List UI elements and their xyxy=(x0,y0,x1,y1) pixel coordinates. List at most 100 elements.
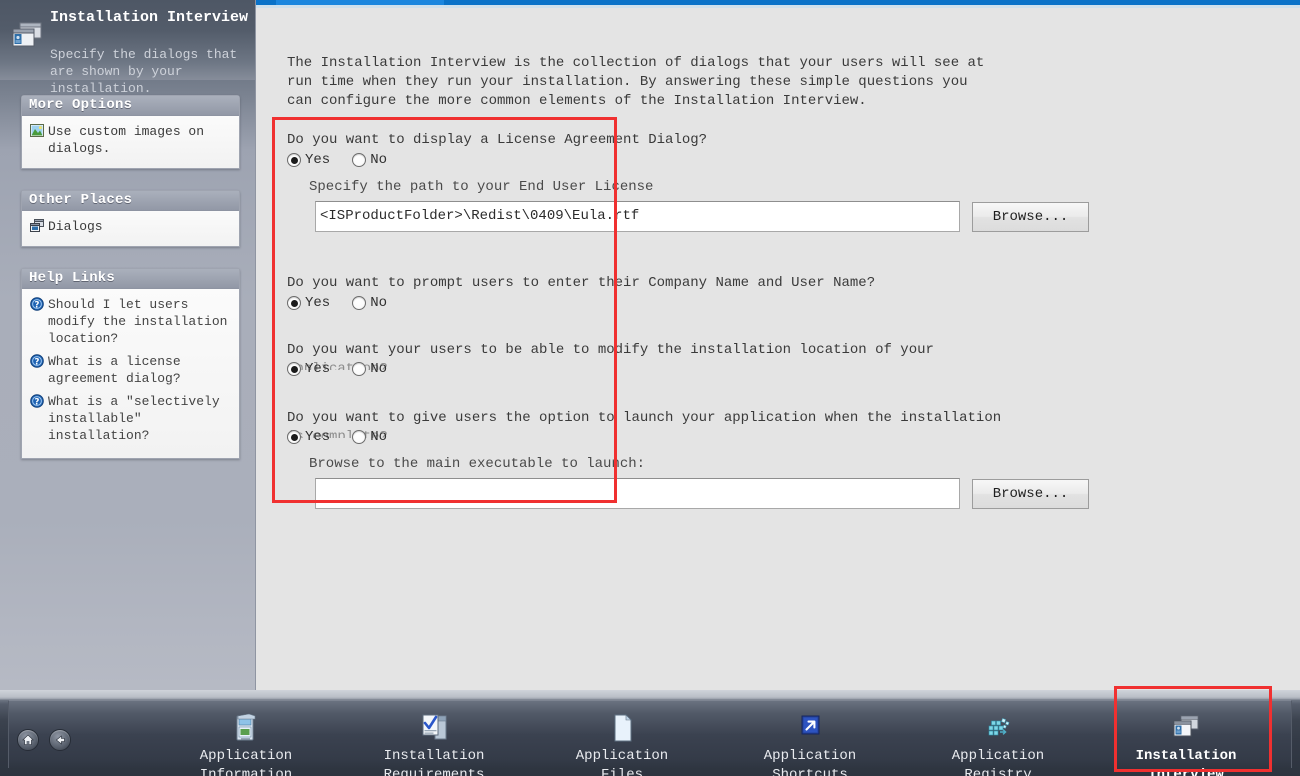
radio-group-company-user-name[interactable]: Yes No xyxy=(287,295,1267,311)
application-registry-icon xyxy=(913,712,1083,746)
tab-label-line2: Registry xyxy=(964,767,1032,776)
main-content: The Installation Interview is the collec… xyxy=(257,8,1300,690)
image-icon xyxy=(30,124,44,138)
tab-label-line2: Interview xyxy=(1148,767,1224,776)
executable-path-label: Browse to the main executable to launch: xyxy=(309,456,646,472)
tab-application-information[interactable]: Application Information xyxy=(161,711,331,776)
panel-more-options: More Options Use custom images on dialog… xyxy=(21,95,240,169)
application-window: Installation Interview Specify the dialo… xyxy=(0,0,1300,776)
radio-label: Yes xyxy=(305,295,331,311)
tab-label-line1: Installation xyxy=(383,748,485,764)
help-question-icon: ? xyxy=(30,354,44,368)
radio-label: Yes xyxy=(305,361,331,377)
tab-label-line1: Application xyxy=(951,748,1045,764)
panel-help-links-body: ? Should I let users modify the installa… xyxy=(22,289,239,458)
radio-indicator xyxy=(287,430,301,444)
question-modify-install-location: Do you want your users to be able to mod… xyxy=(287,341,1267,377)
question-license-agreement: Do you want to display a License Agreeme… xyxy=(287,131,1267,232)
svg-text:?: ? xyxy=(35,300,40,310)
radio-label: No xyxy=(370,295,388,311)
radio-indicator xyxy=(352,153,367,167)
executable-path-row: Browse... xyxy=(315,478,1267,509)
help-link-modify-install-location[interactable]: ? Should I let users modify the installa… xyxy=(30,296,231,347)
radio-label: Yes xyxy=(305,429,331,445)
question-text: Do you want to give users the option to … xyxy=(287,410,1002,426)
application-files-icon xyxy=(537,712,707,746)
bottom-taskbar: Application Information Installation Req… xyxy=(0,690,1300,776)
radio-launch-application-yes[interactable]: Yes xyxy=(287,429,330,445)
sidebar-link-label: Dialogs xyxy=(48,219,103,234)
radio-company-user-name-no[interactable]: No xyxy=(352,295,387,311)
eula-browse-button[interactable]: Browse... xyxy=(972,201,1089,232)
radio-license-agreement-no[interactable]: No xyxy=(352,152,387,168)
tab-label-line2: Information xyxy=(199,767,293,776)
tab-application-registry[interactable]: Application Registry xyxy=(913,711,1083,776)
panel-help-links: Help Links ? Should I let users modify t… xyxy=(21,268,240,459)
panel-more-options-body: Use custom images on dialogs. xyxy=(22,116,239,168)
radio-modify-install-location-no[interactable]: No xyxy=(352,361,387,377)
content-bottom-filler xyxy=(257,672,1300,690)
eula-path-input[interactable]: <ISProductFolder>\Redist\0409\Eula.rtf xyxy=(315,201,960,232)
tab-label-line2: Shortcuts xyxy=(772,767,848,776)
sidebar: Installation Interview Specify the dialo… xyxy=(0,0,256,690)
installation-requirements-icon xyxy=(349,712,519,746)
tab-application-files[interactable]: Application Files xyxy=(537,711,707,776)
radio-label: No xyxy=(370,152,388,168)
help-link-label: What is a "selectively installable" inst… xyxy=(48,394,220,443)
eula-path-label: Specify the path to your End User Licens… xyxy=(309,179,654,195)
radio-indicator xyxy=(287,362,301,376)
radio-indicator xyxy=(352,362,367,376)
question-text: Do you want to display a License Agreeme… xyxy=(287,132,708,148)
radio-group-modify-install-location[interactable]: Yes No xyxy=(287,361,1267,377)
radio-group-launch-application[interactable]: Yes No xyxy=(287,429,1267,445)
panel-other-places-title: Other Places xyxy=(22,191,239,211)
radio-modify-install-location-yes[interactable]: Yes xyxy=(287,361,330,377)
tab-label-line1: Installation xyxy=(1135,748,1237,764)
dialogs-window-icon xyxy=(12,22,44,50)
radio-label: No xyxy=(370,429,388,445)
home-icon xyxy=(21,733,35,747)
installation-interview-icon xyxy=(1101,712,1271,746)
tab-label-line2: Files xyxy=(600,767,643,776)
panel-more-options-title: More Options xyxy=(22,96,239,116)
sidebar-link-dialogs[interactable]: Dialogs xyxy=(30,218,231,235)
radio-company-user-name-yes[interactable]: Yes xyxy=(287,295,330,311)
radio-indicator xyxy=(352,430,367,444)
radio-indicator xyxy=(287,296,301,310)
sidebar-header: Installation Interview Specify the dialo… xyxy=(0,0,255,96)
radio-label: No xyxy=(370,361,388,377)
eula-path-row: <ISProductFolder>\Redist\0409\Eula.rtf B… xyxy=(315,201,1267,232)
executable-browse-button[interactable]: Browse... xyxy=(972,478,1089,509)
tab-label-line1: Application xyxy=(763,748,857,764)
tab-application-shortcuts[interactable]: Application Shortcuts xyxy=(725,711,895,776)
radio-indicator xyxy=(352,296,367,310)
panel-other-places: Other Places Dialogs xyxy=(21,190,240,247)
sidebar-link-label: Use custom images on dialogs. xyxy=(48,124,205,156)
sidebar-link-use-custom-images[interactable]: Use custom images on dialogs. xyxy=(30,123,231,157)
tab-label-line2: Requirements xyxy=(383,767,485,776)
radio-label: Yes xyxy=(305,152,331,168)
radio-group-license-agreement[interactable]: Yes No xyxy=(287,152,1267,168)
sidebar-title: Installation Interview xyxy=(50,9,249,26)
intro-paragraph: The Installation Interview is the collec… xyxy=(287,55,985,109)
radio-launch-application-no[interactable]: No xyxy=(352,429,387,445)
back-button[interactable] xyxy=(49,729,71,751)
radio-license-agreement-yes[interactable]: Yes xyxy=(287,152,330,168)
question-text: Do you want your users to be able to mod… xyxy=(287,342,934,358)
executable-path-input[interactable] xyxy=(315,478,960,509)
help-question-icon: ? xyxy=(30,297,44,311)
tab-label-line1: Application xyxy=(199,748,293,764)
tab-label-line1: Application xyxy=(575,748,669,764)
help-link-selectively-installable[interactable]: ? What is a "selectively installable" in… xyxy=(30,393,231,444)
home-button[interactable] xyxy=(17,729,39,751)
tab-installation-interview[interactable]: Installation Interview xyxy=(1101,711,1271,776)
dialogs-icon xyxy=(30,219,44,233)
application-shortcuts-icon xyxy=(725,712,895,746)
svg-text:?: ? xyxy=(35,397,40,407)
help-link-label: What is a license agreement dialog? xyxy=(48,354,181,386)
question-launch-application: Do you want to give users the option to … xyxy=(287,409,1267,509)
help-link-license-agreement-dialog[interactable]: ? What is a license agreement dialog? xyxy=(30,353,231,387)
svg-text:?: ? xyxy=(35,357,40,367)
taskbar-inner: Application Information Installation Req… xyxy=(8,700,1292,776)
tab-installation-requirements[interactable]: Installation Requirements xyxy=(349,711,519,776)
